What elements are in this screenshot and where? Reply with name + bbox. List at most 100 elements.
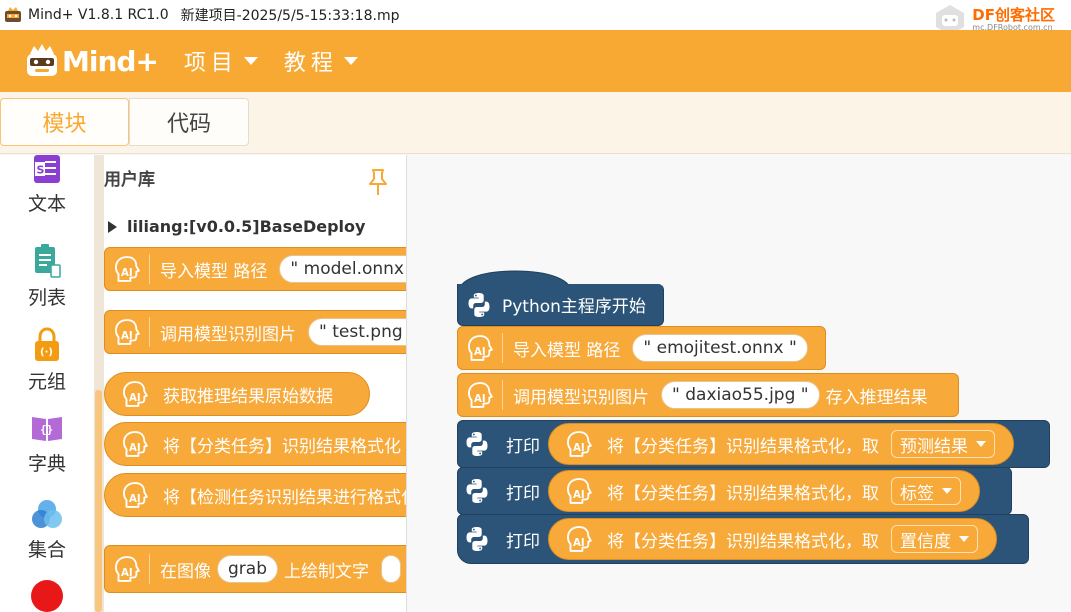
- book-icon: {}: [32, 417, 62, 441]
- venn-icon: [32, 500, 62, 528]
- python-icon: [462, 429, 492, 459]
- python-icon: [464, 290, 494, 320]
- block-text: 将【分类任务】识别结果格式化: [163, 436, 401, 457]
- text-input[interactable]: [381, 555, 401, 583]
- chevron-down-icon: [243, 57, 258, 65]
- ai-head-icon: [113, 475, 157, 515]
- block-divider: [502, 333, 503, 363]
- option-dropdown[interactable]: 置信度: [891, 525, 978, 553]
- block-text: 将【分类任务】识别结果格式化，取: [607, 436, 879, 457]
- chevron-down-icon: [959, 536, 969, 542]
- brand-text: Mind+: [62, 44, 159, 78]
- scrollbar-thumb[interactable]: [95, 390, 102, 612]
- script-print-3[interactable]: 打印 将【分类任务】识别结果格式化，取 置信度: [457, 514, 1029, 564]
- svg-text:S: S: [37, 164, 45, 177]
- extension-header[interactable]: liliang:[v0.0.5]BaseDeploy: [108, 217, 365, 236]
- block-format-detect[interactable]: 将【检测任务识别结果进行格式化: [104, 473, 407, 517]
- hat-label: Python主程序开始: [502, 297, 646, 317]
- block-load-model[interactable]: 导入模型 路径 " model.onnx ": [104, 247, 406, 291]
- category-label: 元组: [27, 371, 66, 393]
- image-path-input[interactable]: " daxiao55.jpg ": [661, 381, 820, 409]
- category-text[interactable]: S 文本: [0, 153, 94, 216]
- dropdown-value: 预测结果: [900, 436, 968, 457]
- tab-code[interactable]: 代码: [129, 98, 249, 146]
- image-var-input[interactable]: grab: [217, 555, 278, 583]
- category-set[interactable]: 集合: [0, 497, 94, 562]
- path-input-value: model.onnx: [303, 259, 404, 279]
- script-infer-image[interactable]: 调用模型识别图片 " daxiao55.jpg " 存入推理结果: [457, 373, 959, 417]
- python-icon: [462, 476, 492, 506]
- print-label: 打印: [506, 483, 540, 504]
- block-flyout: 用户库 liliang:[v0.0.5]BaseDeploy 导入模型 路径 "…: [104, 155, 407, 612]
- option-dropdown[interactable]: 标签: [891, 477, 961, 505]
- title-bar: Mind+ V1.8.1 RC1.0 新建项目-2025/5/5-15:33:1…: [0, 0, 1071, 35]
- print-label: 打印: [506, 436, 540, 457]
- image-input[interactable]: " test.png ": [308, 318, 406, 346]
- red-circle-icon: [31, 580, 63, 612]
- category-sidebar: S 文本 列表 (·) 元组 {} 字典 集合: [0, 155, 94, 612]
- block-infer-image[interactable]: 调用模型识别图片 " test.png ": [104, 310, 406, 354]
- svg-text:{}: {}: [40, 423, 53, 436]
- category-more[interactable]: [0, 579, 94, 612]
- category-list[interactable]: 列表: [0, 243, 94, 310]
- script-print-2[interactable]: 打印 将【分类任务】识别结果格式化，取 标签: [457, 467, 1012, 515]
- pin-icon[interactable]: [366, 167, 390, 197]
- menu-project-label: 项目: [183, 51, 238, 76]
- script-load-model[interactable]: 导入模型 路径 " emojitest.onnx ": [457, 326, 826, 370]
- ai-head-icon: [557, 424, 601, 464]
- block-text: 将【分类任务】识别结果格式化，取: [607, 531, 879, 552]
- flyout-title: 用户库: [104, 170, 155, 190]
- option-dropdown[interactable]: 预测结果: [891, 430, 995, 458]
- text-category-icon: S: [34, 155, 60, 183]
- block-python-main[interactable]: Python主程序开始: [457, 284, 664, 326]
- menu-tutorial[interactable]: 教程: [284, 45, 358, 77]
- extension-name: liliang:[v0.0.5]BaseDeploy: [127, 217, 366, 236]
- block-text: 上绘制文字: [284, 561, 369, 582]
- format-reporter[interactable]: 将【分类任务】识别结果格式化，取 标签: [548, 470, 980, 512]
- ai-head-icon: [113, 374, 157, 414]
- ai-head-icon: [113, 424, 157, 464]
- menu-tutorial-label: 教程: [283, 51, 338, 76]
- tab-row: 模块 代码: [0, 92, 1071, 154]
- python-icon: [462, 524, 492, 554]
- print-label: 打印: [506, 531, 540, 552]
- script-print-1[interactable]: 打印 将【分类任务】识别结果格式化，取 预测结果: [457, 420, 1050, 468]
- block-draw-text[interactable]: 在图像 grab 上绘制文字: [104, 545, 406, 593]
- block-raw-result[interactable]: 获取推理结果原始数据: [104, 372, 370, 416]
- list-category-icon: [35, 244, 61, 278]
- menu-bar: Mind+ 项目 教程: [0, 30, 1071, 92]
- block-divider: [149, 254, 150, 284]
- mind-plus-logo: Mind+: [24, 42, 159, 80]
- model-path-value: emojitest.onnx: [656, 338, 784, 358]
- block-divider: [502, 380, 503, 410]
- block-text: 导入模型 路径: [513, 340, 621, 361]
- model-path-input[interactable]: " emojitest.onnx ": [632, 334, 808, 362]
- category-tuple[interactable]: (·) 元组: [0, 327, 94, 394]
- triangle-right-icon: [108, 220, 117, 233]
- tab-blocks[interactable]: 模块: [0, 98, 129, 146]
- block-text: 将【检测任务识别结果进行格式化: [163, 487, 407, 508]
- app-title: Mind+ V1.8.1 RC1.0: [28, 7, 169, 23]
- block-format-classify[interactable]: 将【分类任务】识别结果格式化: [104, 422, 406, 466]
- format-reporter[interactable]: 将【分类任务】识别结果格式化，取 置信度: [548, 518, 997, 560]
- category-dict[interactable]: {} 字典: [0, 413, 94, 476]
- block-divider: [149, 317, 150, 347]
- format-reporter[interactable]: 将【分类任务】识别结果格式化，取 预测结果: [548, 423, 1014, 465]
- app-icon: [4, 6, 22, 24]
- svg-text:(·): (·): [40, 347, 53, 358]
- block-text: 导入模型 路径: [160, 261, 268, 282]
- ai-head-icon: [557, 471, 601, 511]
- category-label: 列表: [27, 287, 66, 309]
- project-title: 新建项目-2025/5/5-15:33:18.mp: [180, 8, 400, 24]
- block-text: 获取推理结果原始数据: [163, 386, 333, 407]
- category-scrollbar[interactable]: [94, 155, 104, 612]
- block-text: 调用模型识别图片: [160, 324, 296, 345]
- path-input[interactable]: " model.onnx ": [279, 255, 406, 283]
- menu-project[interactable]: 项目: [184, 45, 258, 77]
- dropdown-value: 置信度: [900, 531, 951, 552]
- ai-head-icon: [105, 312, 149, 352]
- ai-head-icon: [557, 519, 601, 559]
- block-text: 调用模型识别图片: [513, 387, 649, 408]
- image-path-value: daxiao55.jpg: [685, 385, 796, 405]
- mascot-icon: [27, 44, 57, 76]
